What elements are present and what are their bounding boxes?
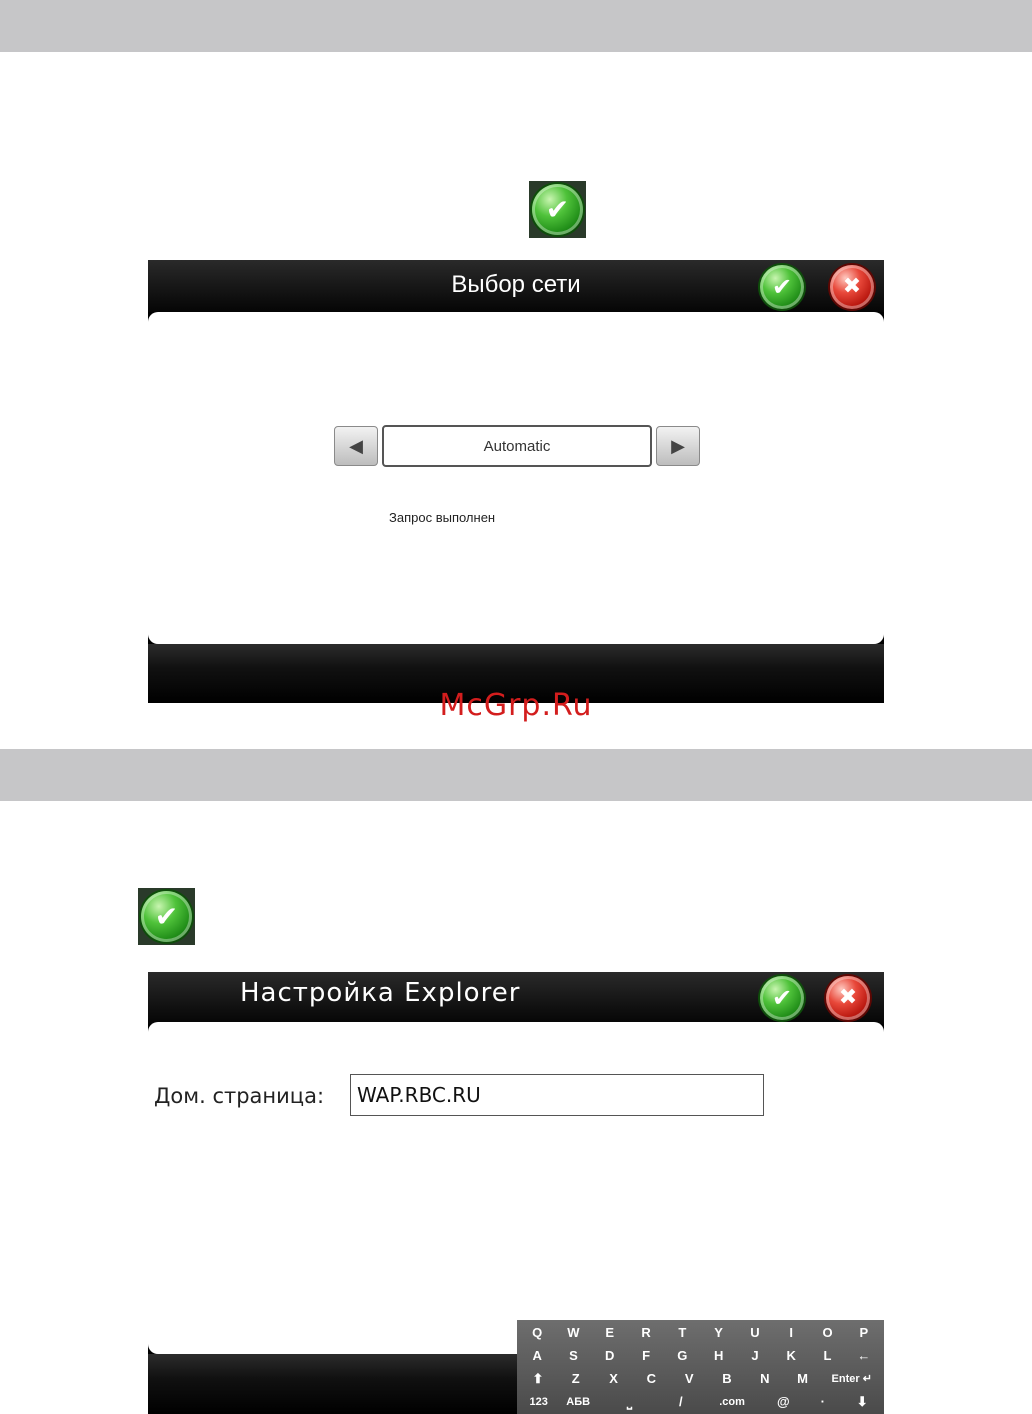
- watermark: McGrp.Ru: [439, 688, 593, 723]
- home-page-input[interactable]: [350, 1074, 764, 1116]
- header-band-top: [0, 0, 1032, 52]
- key-3-3[interactable]: /: [661, 1394, 700, 1409]
- dialog-content: Дом. страница:: [148, 1022, 884, 1354]
- key-1-8[interactable]: L: [809, 1348, 845, 1363]
- key-0-5[interactable]: Y: [700, 1325, 736, 1340]
- key-3-2[interactable]: ⎵: [598, 1394, 661, 1410]
- key-3-0[interactable]: 123: [519, 1396, 558, 1408]
- check-circle-icon: ✔: [532, 184, 583, 235]
- key-3-6[interactable]: ·: [803, 1394, 842, 1409]
- key-0-8[interactable]: O: [809, 1325, 845, 1340]
- status-message: Запрос выполнен: [389, 510, 496, 525]
- key-0-7[interactable]: I: [773, 1325, 809, 1340]
- key-2-8[interactable]: Enter ↵: [822, 1372, 883, 1385]
- key-2-6[interactable]: N: [746, 1371, 784, 1386]
- key-1-7[interactable]: K: [773, 1348, 809, 1363]
- on-screen-keyboard: Q W E R T Y U I O P A S D F G H J K L ← ⬆ Z X C V B N M Enter ↵ 123 АБ…: [517, 1320, 884, 1414]
- header-band-middle: [0, 749, 1032, 801]
- key-3-5[interactable]: @: [764, 1394, 803, 1409]
- dialog-content: ◀ Automatic ▶ Запрос выполнен: [148, 312, 884, 644]
- keyboard-row: QWERTYUIOP: [519, 1321, 882, 1344]
- key-0-0[interactable]: Q: [519, 1325, 555, 1340]
- key-2-7[interactable]: M: [784, 1371, 822, 1386]
- next-network-button[interactable]: ▶: [656, 426, 700, 466]
- key-1-0[interactable]: A: [519, 1348, 555, 1363]
- arrow-right-icon: ▶: [671, 435, 685, 457]
- key-3-1[interactable]: АБВ: [558, 1396, 597, 1408]
- key-3-7[interactable]: ⬇: [843, 1394, 882, 1410]
- cancel-button[interactable]: ✖: [830, 265, 874, 309]
- key-1-6[interactable]: J: [737, 1348, 773, 1363]
- key-1-3[interactable]: F: [628, 1348, 664, 1363]
- selector-value: Automatic: [483, 437, 551, 455]
- key-2-3[interactable]: C: [632, 1371, 670, 1386]
- key-1-4[interactable]: G: [664, 1348, 700, 1363]
- keyboard-row: 123 АБВ ⎵ / .com @ · ⬇: [519, 1390, 882, 1413]
- dialog-title: Настройка Explorer: [240, 978, 521, 1008]
- home-page-label: Дом. страница:: [154, 1084, 325, 1108]
- key-2-5[interactable]: B: [708, 1371, 746, 1386]
- arrow-left-icon: ◀: [349, 435, 363, 457]
- key-0-4[interactable]: T: [664, 1325, 700, 1340]
- key-1-1[interactable]: S: [555, 1348, 591, 1363]
- key-2-4[interactable]: V: [670, 1371, 708, 1386]
- key-0-9[interactable]: P: [846, 1325, 882, 1340]
- key-1-5[interactable]: H: [700, 1348, 736, 1363]
- network-selector[interactable]: Automatic: [382, 425, 652, 467]
- keyboard-row: A S D F G H J K L ←: [519, 1344, 882, 1367]
- network-select-screen: Выбор сети ✔ ✖ ◀ Automatic ▶ Запрос выпо…: [148, 260, 884, 703]
- key-1-9[interactable]: ←: [846, 1348, 882, 1363]
- key-0-3[interactable]: R: [628, 1325, 664, 1340]
- key-0-6[interactable]: U: [737, 1325, 773, 1340]
- check-circle-icon: ✔: [141, 891, 192, 942]
- ok-button[interactable]: ✔: [760, 976, 804, 1020]
- keyboard-row: ⬆ Z X C V B N M Enter ↵: [519, 1367, 882, 1390]
- key-0-2[interactable]: E: [592, 1325, 628, 1340]
- ok-button[interactable]: ✔: [760, 265, 804, 309]
- cancel-button[interactable]: ✖: [826, 976, 870, 1020]
- key-0-1[interactable]: W: [555, 1325, 591, 1340]
- prev-network-button[interactable]: ◀: [334, 426, 378, 466]
- key-3-4[interactable]: .com: [700, 1396, 763, 1408]
- key-1-2[interactable]: D: [592, 1348, 628, 1363]
- key-2-0[interactable]: ⬆: [519, 1371, 557, 1387]
- key-2-2[interactable]: X: [595, 1371, 633, 1386]
- key-2-1[interactable]: Z: [557, 1371, 595, 1386]
